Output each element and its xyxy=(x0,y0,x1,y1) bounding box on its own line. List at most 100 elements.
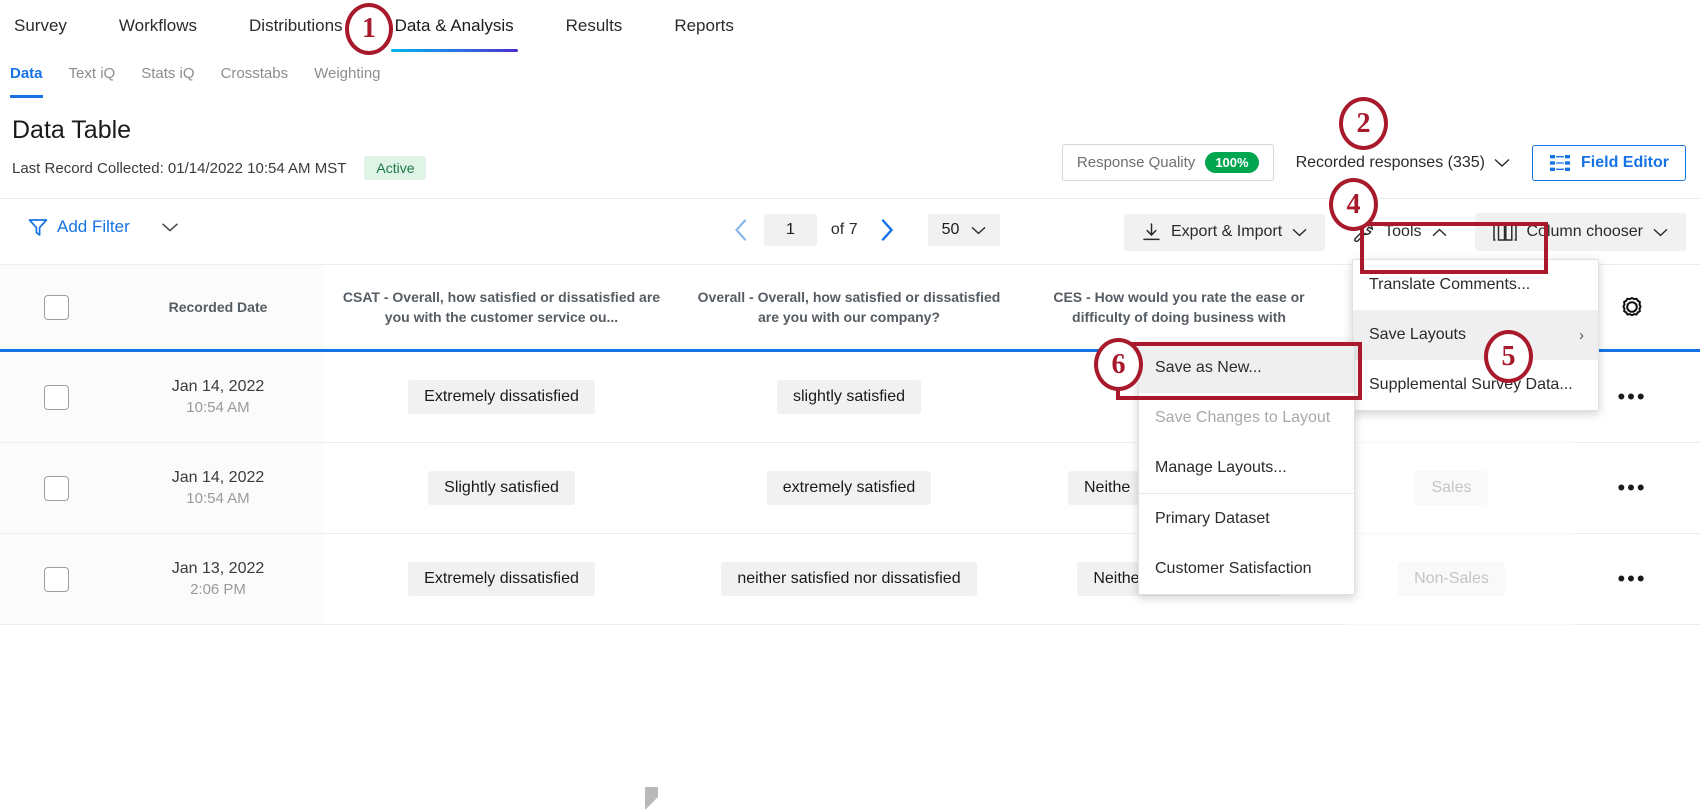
add-filter-label: Add Filter xyxy=(57,217,130,237)
columns-icon xyxy=(1493,222,1517,242)
cell-overall: slightly satisfied xyxy=(679,352,1019,442)
column-chooser-label: Column chooser xyxy=(1527,223,1644,241)
value-chip: Slightly satisfied xyxy=(428,471,575,505)
value-chip: slightly satisfied xyxy=(777,380,921,414)
tools-label: Tools xyxy=(1384,223,1421,241)
cell-segment: Sales xyxy=(1339,443,1564,533)
row-checkbox[interactable] xyxy=(44,385,69,410)
cell-overall: extremely satisfied xyxy=(679,443,1019,533)
menu-item-save-as-new[interactable]: Save as New... xyxy=(1139,343,1354,393)
gear-icon[interactable] xyxy=(1619,294,1645,320)
next-page-button[interactable] xyxy=(872,213,902,247)
column-chooser-button[interactable]: Column chooser xyxy=(1475,213,1687,251)
table-row[interactable]: Jan 14, 2022 10:54 AM Slightly satisfied… xyxy=(0,443,1700,534)
cell-row-actions: ••• xyxy=(1564,443,1700,533)
tab-data[interactable]: Data xyxy=(10,52,43,98)
nav-item-reports[interactable]: Reports xyxy=(674,0,734,52)
add-filter-button[interactable]: Add Filter xyxy=(28,217,179,237)
nav-item-workflows[interactable]: Workflows xyxy=(119,0,197,52)
row-actions-menu-icon[interactable]: ••• xyxy=(1617,568,1646,590)
tab-weighting[interactable]: Weighting xyxy=(314,52,380,98)
page-title: Data Table xyxy=(12,116,131,145)
field-editor-icon xyxy=(1549,154,1571,172)
chevron-down-icon xyxy=(971,226,986,235)
response-quality-label: Response Quality xyxy=(1077,154,1195,171)
row-actions-menu-icon[interactable]: ••• xyxy=(1617,477,1646,499)
header-subline: Last Record Collected: 01/14/2022 10:54 … xyxy=(12,156,426,180)
response-quality-value: 100% xyxy=(1205,152,1258,173)
tab-stats-iq[interactable]: Stats iQ xyxy=(141,52,194,98)
cell-recorded-date: Jan 14, 2022 10:54 AM xyxy=(112,352,324,442)
cell-recorded-date: Jan 13, 2022 2:06 PM xyxy=(112,534,324,624)
tools-dropdown-menu: Translate Comments... Save Layouts › Sup… xyxy=(1352,259,1599,411)
nav-item-data-and-analysis[interactable]: Data & Analysis xyxy=(395,0,514,52)
field-editor-button[interactable]: Field Editor xyxy=(1532,145,1686,181)
time-value: 10:54 AM xyxy=(186,399,249,416)
cell-csat: Slightly satisfied xyxy=(324,443,679,533)
value-chip: neither satisfied nor dissatisfied xyxy=(721,562,976,596)
chevron-down-icon xyxy=(1292,228,1307,237)
filter-chevron-down-icon[interactable] xyxy=(161,222,179,233)
row-select-cell xyxy=(0,534,112,624)
response-quality-widget[interactable]: Response Quality 100% xyxy=(1062,144,1274,181)
tab-text-iq[interactable]: Text iQ xyxy=(69,52,116,98)
toolbar-right-actions: Export & Import Tools xyxy=(1124,213,1686,251)
chevron-up-icon xyxy=(1432,228,1447,237)
row-checkbox[interactable] xyxy=(44,476,69,501)
filter-icon xyxy=(28,218,48,237)
page-size-value: 50 xyxy=(942,221,960,239)
cell-resize-marker xyxy=(645,787,658,810)
menu-item-save-layouts[interactable]: Save Layouts › xyxy=(1353,310,1598,360)
table-toolbar: Add Filter 1 of 7 50 xyxy=(0,198,1700,265)
data-analysis-page: Survey Workflows Distributions Data & An… xyxy=(0,0,1700,640)
page-number-input[interactable]: 1 xyxy=(764,214,817,246)
top-navigation: Survey Workflows Distributions Data & An… xyxy=(0,0,1700,53)
previous-page-button[interactable] xyxy=(726,213,756,247)
value-chip: Sales xyxy=(1415,471,1487,505)
chevron-down-icon xyxy=(1653,228,1668,237)
menu-item-translate-comments[interactable]: Translate Comments... xyxy=(1353,260,1598,310)
page-size-select[interactable]: 50 xyxy=(928,214,1001,246)
export-import-label: Export & Import xyxy=(1171,223,1282,241)
nav-item-survey[interactable]: Survey xyxy=(14,0,67,52)
value-chip: Extremely dissatisfied xyxy=(408,380,595,414)
column-header-recorded-date[interactable]: Recorded Date xyxy=(112,265,324,349)
pagination: 1 of 7 50 xyxy=(726,213,1000,247)
menu-item-manage-layouts[interactable]: Manage Layouts... xyxy=(1139,443,1354,493)
column-header-csat[interactable]: CSAT - Overall, how satisfied or dissati… xyxy=(324,265,679,349)
recorded-responses-dropdown[interactable]: Recorded responses (335) xyxy=(1296,154,1510,172)
cell-row-actions: ••• xyxy=(1564,534,1700,624)
nav-item-distributions[interactable]: Distributions xyxy=(249,0,343,52)
sub-navigation: Data Text iQ Stats iQ Crosstabs Weightin… xyxy=(0,52,1700,99)
page-total-label: of 7 xyxy=(831,221,858,239)
callout-4: 4 xyxy=(1329,178,1378,231)
select-all-checkbox[interactable] xyxy=(44,295,69,320)
export-import-button[interactable]: Export & Import xyxy=(1124,214,1325,251)
field-editor-label: Field Editor xyxy=(1581,154,1669,172)
table-row[interactable]: Jan 13, 2022 2:06 PM Extremely dissatisf… xyxy=(0,534,1700,625)
nav-item-results[interactable]: Results xyxy=(566,0,623,52)
cell-recorded-date: Jan 14, 2022 10:54 AM xyxy=(112,443,324,533)
time-value: 2:06 PM xyxy=(190,581,246,598)
time-value: 10:54 AM xyxy=(186,490,249,507)
chevron-down-icon xyxy=(1494,158,1510,168)
status-badge: Active xyxy=(364,156,426,180)
row-actions-menu-icon[interactable]: ••• xyxy=(1617,386,1646,408)
menu-item-supplemental-survey-data[interactable]: Supplemental Survey Data... xyxy=(1353,360,1598,410)
menu-item-primary-dataset[interactable]: Primary Dataset xyxy=(1139,494,1354,544)
select-all-cell xyxy=(0,265,112,349)
value-chip: extremely satisfied xyxy=(767,471,932,505)
menu-item-customer-satisfaction[interactable]: Customer Satisfaction xyxy=(1139,544,1354,594)
menu-item-label: Save Layouts xyxy=(1369,326,1466,344)
date-value: Jan 14, 2022 xyxy=(172,378,265,396)
row-checkbox[interactable] xyxy=(44,567,69,592)
value-chip: Non-Sales xyxy=(1398,562,1505,596)
value-chip: Extremely dissatisfied xyxy=(408,562,595,596)
column-header-ces[interactable]: CES - How would you rate the ease or dif… xyxy=(1019,265,1339,349)
recorded-responses-label: Recorded responses (335) xyxy=(1296,154,1485,172)
download-icon xyxy=(1142,223,1161,242)
tab-crosstabs[interactable]: Crosstabs xyxy=(221,52,289,98)
header-actions: Response Quality 100% Recorded responses… xyxy=(1062,144,1686,181)
row-select-cell xyxy=(0,352,112,442)
column-header-overall[interactable]: Overall - Overall, how satisfied or diss… xyxy=(679,265,1019,349)
